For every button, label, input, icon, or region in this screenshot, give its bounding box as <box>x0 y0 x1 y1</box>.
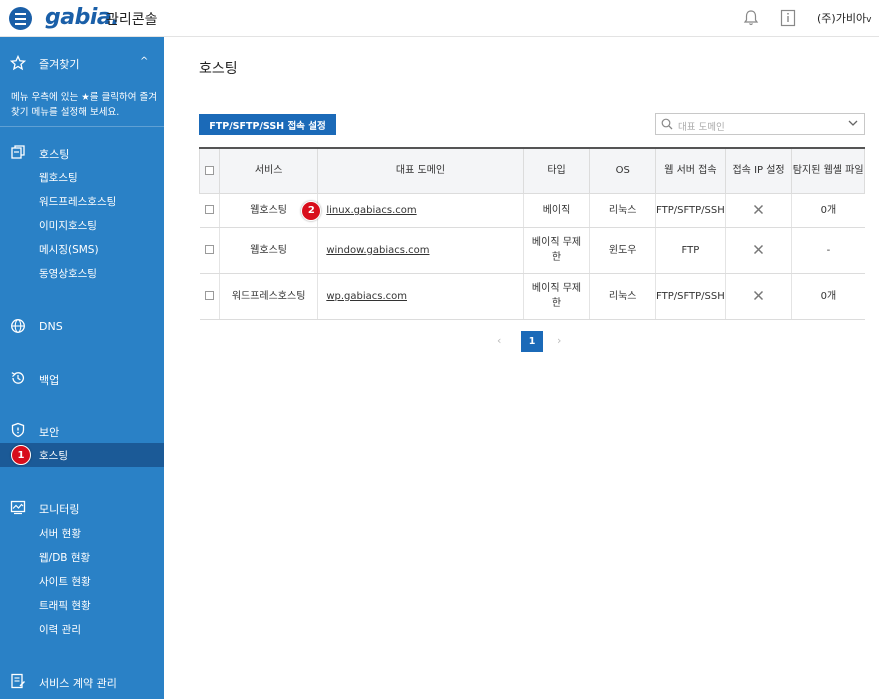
select-all-checkbox[interactable] <box>204 165 214 175</box>
domain-link[interactable]: linux.gabiacs.com <box>326 205 416 216</box>
backup-icon <box>11 372 25 384</box>
sidebar-item-history[interactable]: 이력 관리 <box>39 622 81 637</box>
domain-link[interactable]: wp.gabiacs.com <box>326 291 407 302</box>
row-checkbox-cell <box>199 273 220 320</box>
cell-ip-setting <box>724 193 792 228</box>
pagination: ‹ 1 › <box>495 331 575 353</box>
star-icon <box>10 55 26 71</box>
cell-service: 워드프레스호스팅 <box>218 273 318 320</box>
table-header-row: 서비스 대표 도메인 타입 OS 웹 서버 접속 접속 IP 설정 탐지된 웹셸… <box>199 147 865 194</box>
cell-ip-setting <box>724 227 792 274</box>
search-icon <box>661 118 673 130</box>
header-access: 웹 서버 접속 <box>655 147 726 194</box>
header-os: OS <box>589 147 657 194</box>
sidebar-backup[interactable]: 백업 <box>39 372 59 388</box>
favorites-section: 즐겨찾기 ^ 메뉴 우측에 있는 ★를 클릭하여 즐겨찾기 메뉴를 설정해 보세… <box>0 37 164 127</box>
header-webshell: 탐지된 웹셸 파일 <box>791 147 865 194</box>
cell-webshell: - <box>791 227 865 274</box>
sidebar-item-security-hosting[interactable]: 호스팅 <box>39 448 68 463</box>
header-checkbox-cell <box>199 147 220 194</box>
row-checkbox-cell <box>199 193 220 228</box>
cell-os: 리눅스 <box>589 273 656 320</box>
chevron-up-icon[interactable]: ^ <box>140 56 148 67</box>
user-name: (주)가비아 <box>817 12 867 25</box>
sidebar-item-server-status[interactable]: 서버 현황 <box>39 526 81 541</box>
sidebar-security[interactable]: 보안 <box>39 424 59 440</box>
domain-link[interactable]: window.gabiacs.com <box>326 245 429 256</box>
contract-icon <box>11 673 25 689</box>
step-badge-1: 1 <box>11 445 31 465</box>
step-badge-2: 2 <box>301 200 322 221</box>
sidebar-dns[interactable]: DNS <box>39 320 63 333</box>
cell-os: 윈도우 <box>589 227 656 274</box>
table-row: 워드프레스호스팅 wp.gabiacs.com 베이직 무제한 리눅스 FTP/… <box>199 273 865 320</box>
cell-ip-setting <box>724 273 792 320</box>
row-checkbox-cell <box>199 227 220 274</box>
hosting-table: 서비스 대표 도메인 타입 OS 웹 서버 접속 접속 IP 설정 탐지된 웹셸… <box>199 147 865 320</box>
monitor-icon <box>10 500 26 515</box>
cell-domain: 2 linux.gabiacs.com <box>301 193 524 228</box>
cell-access: FTP <box>655 227 726 274</box>
cell-domain: wp.gabiacs.com <box>317 273 524 320</box>
top-bar: gabia. 관리콘솔 (주)가비아v <box>0 0 879 37</box>
domain-search-select[interactable]: 대표 도메인 <box>655 113 865 135</box>
cell-type: 베이직 무제한 <box>522 273 590 320</box>
sidebar-hosting[interactable]: 호스팅 <box>39 146 69 162</box>
hosting-icon <box>11 145 25 159</box>
user-menu[interactable]: (주)가비아v <box>817 10 871 26</box>
close-icon[interactable] <box>753 204 764 215</box>
page-title: 호스팅 <box>199 61 238 77</box>
chevron-down-icon <box>848 120 858 126</box>
header-ip-setting: 접속 IP 설정 <box>724 147 793 194</box>
shield-icon <box>11 422 25 438</box>
search-placeholder: 대표 도메인 <box>678 122 725 133</box>
header-domain: 대표 도메인 <box>317 147 524 194</box>
next-page-button[interactable]: › <box>557 334 561 347</box>
cell-webshell: 0개 <box>791 273 865 320</box>
sidebar-item-image-hosting[interactable]: 이미지호스팅 <box>39 218 97 233</box>
cell-webshell: 0개 <box>791 193 865 228</box>
close-icon[interactable] <box>753 244 764 255</box>
row-checkbox[interactable] <box>204 245 214 254</box>
cell-domain: window.gabiacs.com <box>317 227 524 274</box>
header-type: 타입 <box>522 147 591 194</box>
notice-icon[interactable] <box>780 9 796 27</box>
row-checkbox[interactable] <box>204 205 214 214</box>
chevron-down-icon: v <box>866 15 872 25</box>
sidebar-monitoring[interactable]: 모니터링 <box>39 501 79 517</box>
sidebar-item-video-hosting[interactable]: 동영상호스팅 <box>39 266 97 281</box>
globe-icon <box>11 319 25 333</box>
table-row: 웹호스팅 window.gabiacs.com 베이직 무제한 윈도우 FTP … <box>199 227 865 274</box>
sidebar-item-wordpress-hosting[interactable]: 워드프레스호스팅 <box>39 194 116 209</box>
sidebar-item-web-db-status[interactable]: 웹/DB 현황 <box>39 550 90 565</box>
sidebar-item-site-status[interactable]: 사이트 현황 <box>39 574 91 589</box>
cell-type: 베이직 무제한 <box>522 227 590 274</box>
favorites-description: 메뉴 우측에 있는 ★를 클릭하여 즐겨찾기 메뉴를 설정해 보세요. <box>11 92 157 118</box>
ftp-settings-button[interactable]: FTP/SFTP/SSH 접속 설정 <box>199 114 336 135</box>
sidebar-item-sms[interactable]: 메시징(SMS) <box>39 242 99 257</box>
hamburger-menu-icon[interactable] <box>9 7 32 30</box>
sidebar-item-traffic-status[interactable]: 트래픽 현황 <box>39 598 91 613</box>
sidebar: 즐겨찾기 ^ 메뉴 우측에 있는 ★를 클릭하여 즐겨찾기 메뉴를 설정해 보세… <box>0 37 164 699</box>
sidebar-contract[interactable]: 서비스 계약 관리 <box>39 675 117 691</box>
bell-icon[interactable] <box>742 9 760 27</box>
table-row: 웹호스팅 2 linux.gabiacs.com 베이직 리눅스 FTP/SFT… <box>199 193 865 228</box>
row-checkbox[interactable] <box>204 291 214 300</box>
page-1-button[interactable]: 1 <box>521 331 543 352</box>
cell-os: 리눅스 <box>589 193 656 228</box>
favorites-title[interactable]: 즐겨찾기 <box>39 56 79 72</box>
cell-service: 웹호스팅 <box>218 227 318 274</box>
cell-type: 베이직 <box>522 193 590 228</box>
header-service: 서비스 <box>218 147 319 194</box>
cell-access: FTP/SFTP/SSH <box>655 273 726 320</box>
close-icon[interactable] <box>753 290 764 301</box>
cell-access: FTP/SFTP/SSH <box>655 193 726 228</box>
console-label: 관리콘솔 <box>106 12 158 28</box>
prev-page-button[interactable]: ‹ <box>497 334 501 347</box>
sidebar-item-web-hosting[interactable]: 웹호스팅 <box>39 170 78 185</box>
